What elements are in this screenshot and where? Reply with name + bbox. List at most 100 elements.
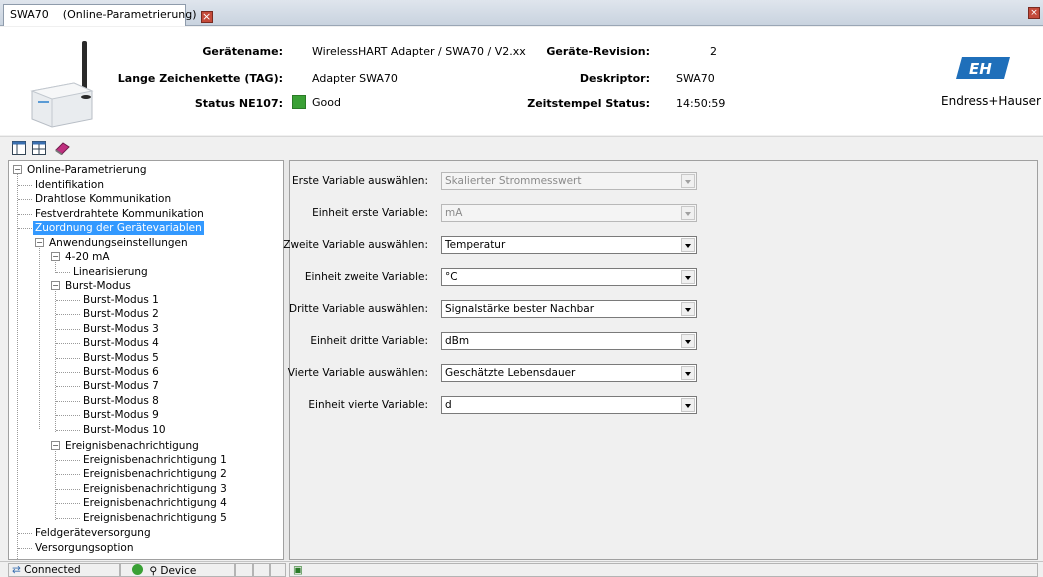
tab-bar: SWA70 (Online-Parametrierung) × × — [0, 0, 1043, 26]
status-label: Status NE107: — [194, 97, 283, 110]
tree-item-ereignisbenachrichtigung-4[interactable]: Ereignisbenachrichtigung 4 — [81, 496, 229, 510]
dropdown-arrow-icon[interactable] — [681, 302, 695, 316]
zeitstempel-label: Zeitstempel Status: — [527, 97, 650, 110]
collapse-icon[interactable]: − — [51, 252, 60, 261]
revision-value: 2 — [710, 45, 717, 58]
tree-item-anwendungseinstellungen[interactable]: Anwendungseinstellungen — [47, 236, 190, 250]
status-bar: ⇄ Connected ⚲ Device ▣ — [0, 561, 1043, 577]
tree-item-ereignisbenachrichtigung-5[interactable]: Ereignisbenachrichtigung 5 — [81, 511, 229, 525]
tab-title: (Online-Parametrierung) — [62, 8, 197, 21]
status-value-text: Good — [312, 96, 341, 109]
tree-item-4-20-ma[interactable]: 4-20 mA — [63, 250, 112, 264]
tree-item-burst-modus-8[interactable]: Burst-Modus 8 — [81, 394, 161, 408]
revision-label: Geräte-Revision: — [546, 45, 650, 58]
dritte-variable-label: Dritte Variable auswählen: — [288, 303, 428, 315]
einheit-zweite-label: Einheit zweite Variable: — [304, 271, 428, 283]
zweite-variable-label: Zweite Variable auswählen: — [283, 239, 428, 251]
device-image — [26, 39, 106, 129]
book-icon[interactable] — [54, 141, 70, 156]
table-icon[interactable] — [32, 141, 46, 155]
geraetename-label: Gerätename: — [202, 45, 283, 58]
collapse-icon[interactable]: − — [51, 441, 60, 450]
dropdown-arrow-icon[interactable] — [681, 270, 695, 284]
status-good-icon — [292, 95, 306, 109]
einheit-dritte-select[interactable]: dBm — [441, 332, 697, 350]
tree-item-feldgeraeteversorgung[interactable]: Feldgeräteversorgung — [33, 526, 153, 540]
close-icon[interactable]: × — [200, 11, 213, 23]
tree-item-burst-modus-4[interactable]: Burst-Modus 4 — [81, 336, 161, 350]
tree-item-burst-modus-7[interactable]: Burst-Modus 7 — [81, 379, 161, 393]
dritte-variable-value: Signalstärke bester Nachbar — [445, 303, 595, 315]
erste-variable-select: Skalierter Strommesswert — [441, 172, 697, 190]
brand-name: Endress+Hauser — [941, 94, 1041, 108]
svg-text:EH: EH — [969, 60, 992, 78]
geraetename-value: WirelessHART Adapter / SWA70 / V2.xx — [312, 45, 526, 58]
tree-item-ereignisbenachrichtigung-3[interactable]: Ereignisbenachrichtigung 3 — [81, 482, 229, 496]
zweite-variable-value: Temperatur — [445, 239, 506, 251]
variable-assignment-panel: Erste Variable auswählen: Skalierter Str… — [283, 160, 1038, 560]
toolbar — [0, 136, 1043, 158]
dropdown-arrow-icon — [681, 206, 695, 220]
einheit-zweite-select[interactable]: °C — [441, 268, 697, 286]
tree-item-drahtlose-kommunikation[interactable]: Drahtlose Kommunikation — [33, 192, 173, 206]
einheit-dritte-label: Einheit dritte Variable: — [310, 335, 428, 347]
panel-icon: ▣ — [293, 564, 303, 576]
tree-item-identifikation[interactable]: Identifikation — [33, 178, 106, 192]
tree-item-ereignisbenachrichtigung-2[interactable]: Ereignisbenachrichtigung 2 — [81, 467, 229, 481]
tree-item-zuordnung-der-geraetevariablen[interactable]: Zuordnung der Gerätevariablen — [33, 221, 204, 235]
status-cell-empty-3 — [270, 563, 286, 577]
zweite-variable-select[interactable]: Temperatur — [441, 236, 697, 254]
tree-item-burst-modus-1[interactable]: Burst-Modus 1 — [81, 293, 161, 307]
tab-name: SWA70 — [10, 8, 49, 21]
collapse-icon[interactable]: − — [13, 165, 22, 174]
close-icon[interactable]: × — [1028, 7, 1040, 19]
brand-logo-icon: EH — [956, 57, 1010, 79]
tree-item-burst-modus-3[interactable]: Burst-Modus 3 — [81, 322, 161, 336]
dropdown-arrow-icon[interactable] — [681, 366, 695, 380]
collapse-icon[interactable]: − — [51, 281, 60, 290]
tab-swa70[interactable]: SWA70 (Online-Parametrierung) × — [3, 4, 213, 26]
tree-item-linearisierung[interactable]: Linearisierung — [71, 265, 150, 279]
connection-status-text: Connected — [24, 564, 81, 576]
device-icon: ⚲ — [149, 565, 158, 577]
erste-variable-value: Skalierter Strommesswert — [445, 175, 582, 187]
tree-item-online-parametrierung[interactable]: Online-Parametrierung — [25, 163, 149, 177]
tree-item-burst-modus-9[interactable]: Burst-Modus 9 — [81, 408, 161, 422]
device-header: Gerätename: WirelessHART Adapter / SWA70… — [0, 27, 1043, 135]
einheit-vierte-select[interactable]: d — [441, 396, 697, 414]
deskriptor-label: Deskriptor: — [579, 72, 650, 85]
status-cell-empty-1 — [235, 563, 253, 577]
dropdown-arrow-icon[interactable] — [681, 238, 695, 252]
einheit-zweite-value: °C — [445, 271, 458, 283]
tree-item-festverdrahtete-kommunikation[interactable]: Festverdrahtete Kommunikation — [33, 207, 206, 221]
vierte-variable-select[interactable]: Geschätzte Lebensdauer — [441, 364, 697, 382]
einheit-vierte-label: Einheit vierte Variable: — [308, 399, 428, 411]
tree-item-ereignisbenachrichtigung[interactable]: Ereignisbenachrichtigung — [63, 439, 201, 453]
einheit-erste-value: mA — [445, 207, 463, 219]
layout-icon[interactable] — [12, 141, 26, 155]
dropdown-arrow-icon[interactable] — [681, 398, 695, 412]
einheit-vierte-value: d — [445, 399, 452, 411]
tree-item-burst-modus[interactable]: Burst-Modus — [63, 279, 133, 293]
einheit-erste-label: Einheit erste Variable: — [312, 207, 428, 219]
vierte-variable-value: Geschätzte Lebensdauer — [445, 367, 576, 379]
dropdown-arrow-icon — [681, 174, 695, 188]
collapse-icon[interactable]: − — [35, 238, 44, 247]
tree-item-burst-modus-2[interactable]: Burst-Modus 2 — [81, 307, 161, 321]
status-value: Good — [292, 95, 341, 109]
einheit-erste-select: mA — [441, 204, 697, 222]
connection-status: ⇄ Connected — [8, 563, 120, 577]
tree-item-burst-modus-6[interactable]: Burst-Modus 6 — [81, 365, 161, 379]
zeitstempel-value: 14:50:59 — [676, 97, 726, 110]
dritte-variable-select[interactable]: Signalstärke bester Nachbar — [441, 300, 697, 318]
tree-item-versorgungsoption[interactable]: Versorgungsoption — [33, 541, 135, 555]
device-status: ⚲ Device — [120, 563, 235, 577]
deskriptor-value: SWA70 — [676, 72, 715, 85]
device-status-icon — [132, 564, 143, 575]
dropdown-arrow-icon[interactable] — [681, 334, 695, 348]
einheit-dritte-value: dBm — [445, 335, 470, 347]
tree-item-ereignisbenachrichtigung-1[interactable]: Ereignisbenachrichtigung 1 — [81, 453, 229, 467]
tree-item-burst-modus-10[interactable]: Burst-Modus 10 — [81, 423, 168, 437]
navigation-tree: − Online-Parametrierung Identifikation D… — [8, 160, 284, 560]
tree-item-burst-modus-5[interactable]: Burst-Modus 5 — [81, 351, 161, 365]
